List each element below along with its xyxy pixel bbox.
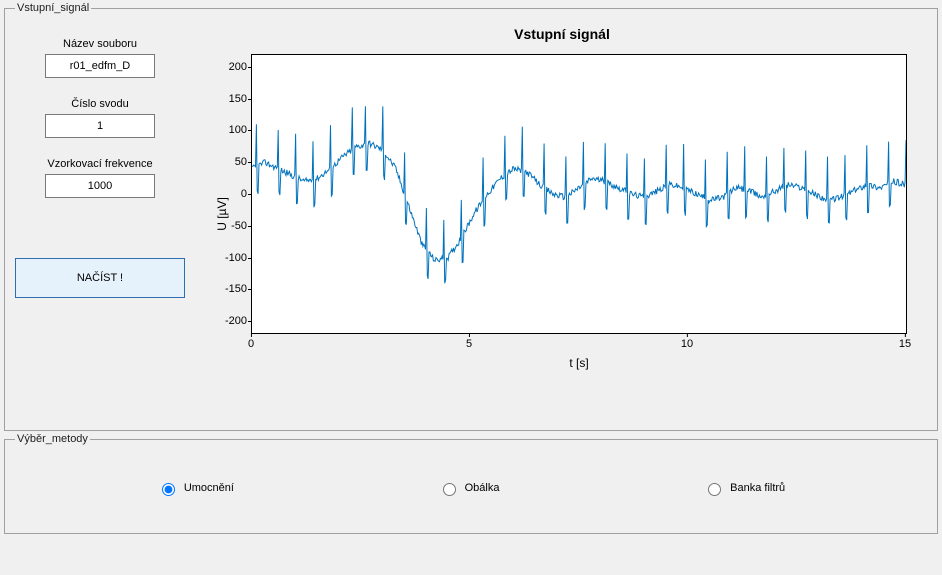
fs-label: Vzorkovací frekvence bbox=[47, 158, 152, 170]
y-tick: 200 bbox=[217, 61, 247, 73]
radio-option-power[interactable]: Umocnění bbox=[157, 480, 234, 496]
y-tick: -50 bbox=[217, 220, 247, 232]
y-tick: 0 bbox=[217, 188, 247, 200]
chart-area: Vstupní signál U [µV] t [s] -200-150-100… bbox=[197, 22, 927, 420]
input-signal-panel: Vstupní_signál Název souboru Číslo svodu… bbox=[4, 2, 938, 431]
radio-filterbank-label: Banka filtrů bbox=[730, 482, 785, 494]
radio-envelope-input[interactable] bbox=[443, 483, 456, 496]
x-tick: 15 bbox=[899, 338, 911, 350]
y-tick: -100 bbox=[217, 252, 247, 264]
y-tick: -150 bbox=[217, 283, 247, 295]
radio-option-envelope[interactable]: Obálka bbox=[438, 480, 500, 496]
y-tick: 150 bbox=[217, 93, 247, 105]
load-button[interactable]: NAČÍST ! bbox=[15, 258, 185, 298]
radio-option-filterbank[interactable]: Banka filtrů bbox=[703, 480, 785, 496]
controls-column: Název souboru Číslo svodu Vzorkovací fre… bbox=[15, 22, 185, 420]
method-panel: Výběr_metody Umocnění Obálka Banka filtr… bbox=[4, 433, 938, 534]
method-legend: Výběr_metody bbox=[15, 433, 90, 445]
y-tick: -200 bbox=[217, 315, 247, 327]
signal-line bbox=[252, 55, 906, 333]
x-axis-label: t [s] bbox=[251, 356, 907, 370]
lead-label: Číslo svodu bbox=[71, 98, 128, 110]
input-signal-legend: Vstupní_signál bbox=[15, 2, 91, 14]
x-tick: 5 bbox=[466, 338, 472, 350]
y-tick: 50 bbox=[217, 156, 247, 168]
radio-power-input[interactable] bbox=[162, 483, 175, 496]
y-tick: 100 bbox=[217, 124, 247, 136]
filename-input[interactable] bbox=[45, 54, 155, 78]
radio-power-label: Umocnění bbox=[184, 482, 234, 494]
filename-label: Název souboru bbox=[63, 38, 137, 50]
radio-envelope-label: Obálka bbox=[465, 482, 500, 494]
plot-box bbox=[251, 54, 907, 334]
x-tick: 0 bbox=[248, 338, 254, 350]
radio-filterbank-input[interactable] bbox=[708, 483, 721, 496]
x-tick: 10 bbox=[681, 338, 693, 350]
axes: U [µV] t [s] -200-150-100-50050100150200… bbox=[251, 44, 907, 384]
lead-input[interactable] bbox=[45, 114, 155, 138]
chart-title: Vstupní signál bbox=[197, 26, 927, 42]
fs-input[interactable] bbox=[45, 174, 155, 198]
